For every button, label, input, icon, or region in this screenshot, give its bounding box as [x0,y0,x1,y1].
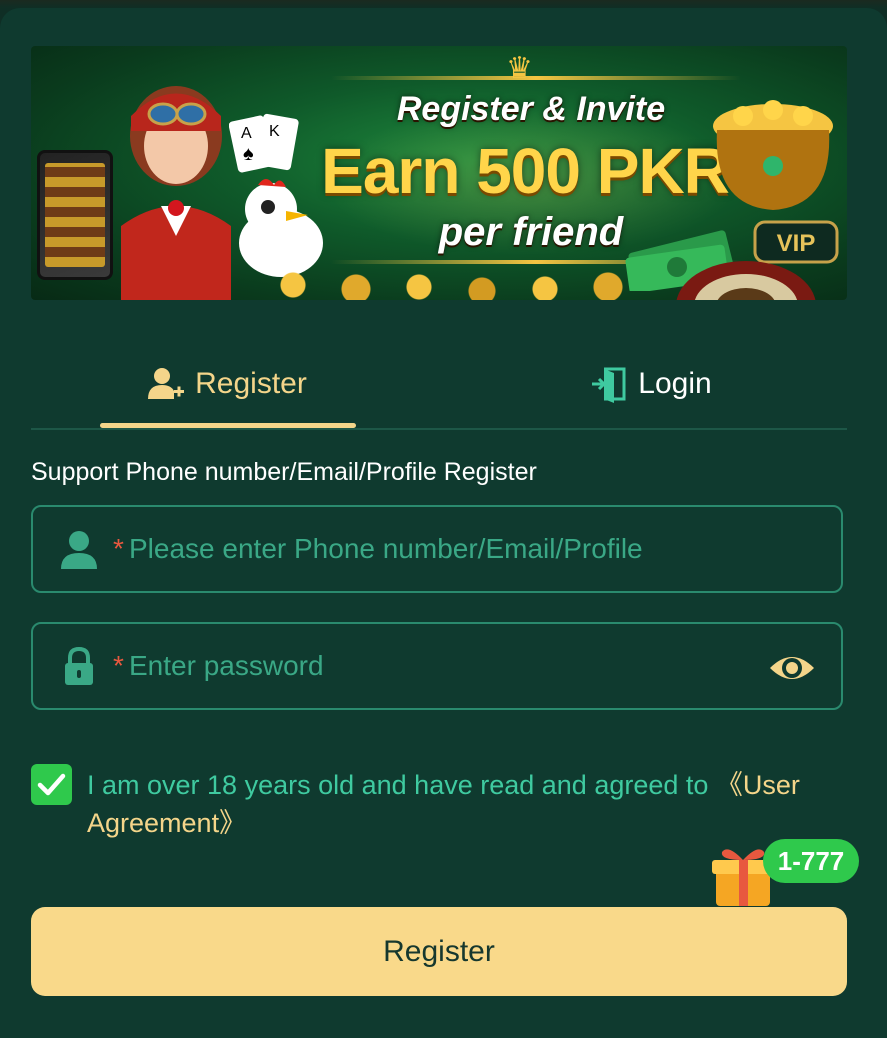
banner-amount: Earn 500 PKR [321,135,730,207]
phone-screen [45,163,105,267]
gold-coins-decoration [251,261,671,300]
checkmark-icon [37,773,66,796]
account-required-mark: * [113,533,124,564]
agreement-text: I am over 18 years old and have read and… [87,766,847,842]
eye-icon[interactable] [767,648,817,688]
login-door-icon [592,367,626,403]
auth-tabs: Register Login [31,340,847,430]
svg-text:A: A [241,125,252,142]
svg-text:K: K [269,123,280,140]
agreement-statement: I am over 18 years old and have read and… [87,770,716,800]
playing-cards-icon: A K ♠ [229,113,299,173]
account-input[interactable] [129,523,769,575]
svg-text:♠: ♠ [243,143,254,165]
user-icon [61,531,97,569]
tabs-divider [31,428,847,430]
register-button[interactable]: Register [31,907,847,996]
gold-pot-illustration [713,100,833,210]
agreement-checkbox[interactable] [31,764,72,805]
phone-illustration [37,150,113,280]
gift-badge[interactable]: 1-777 [763,839,859,883]
banner-rule-top [331,76,741,80]
register-hint: Support Phone number/Email/Profile Regis… [31,458,537,486]
account-field[interactable]: * [31,505,843,593]
password-input[interactable] [129,640,769,692]
lock-icon [65,646,93,685]
password-field[interactable]: * [31,622,843,710]
tab-register[interactable]: Register [99,340,355,428]
banner-headline: Register & Invite [396,90,666,128]
tab-register-label: Register [195,367,307,400]
password-required-mark: * [113,650,124,681]
add-user-icon [148,368,185,399]
roulette-wheel-illustration [676,261,816,300]
tab-login[interactable]: Login [551,340,751,428]
promo-banner[interactable]: ♛ Register & Invite Earn 500 PKR per fri… [31,46,847,300]
crown-icon: ♛ [506,52,533,85]
tab-login-label: Login [638,367,712,400]
